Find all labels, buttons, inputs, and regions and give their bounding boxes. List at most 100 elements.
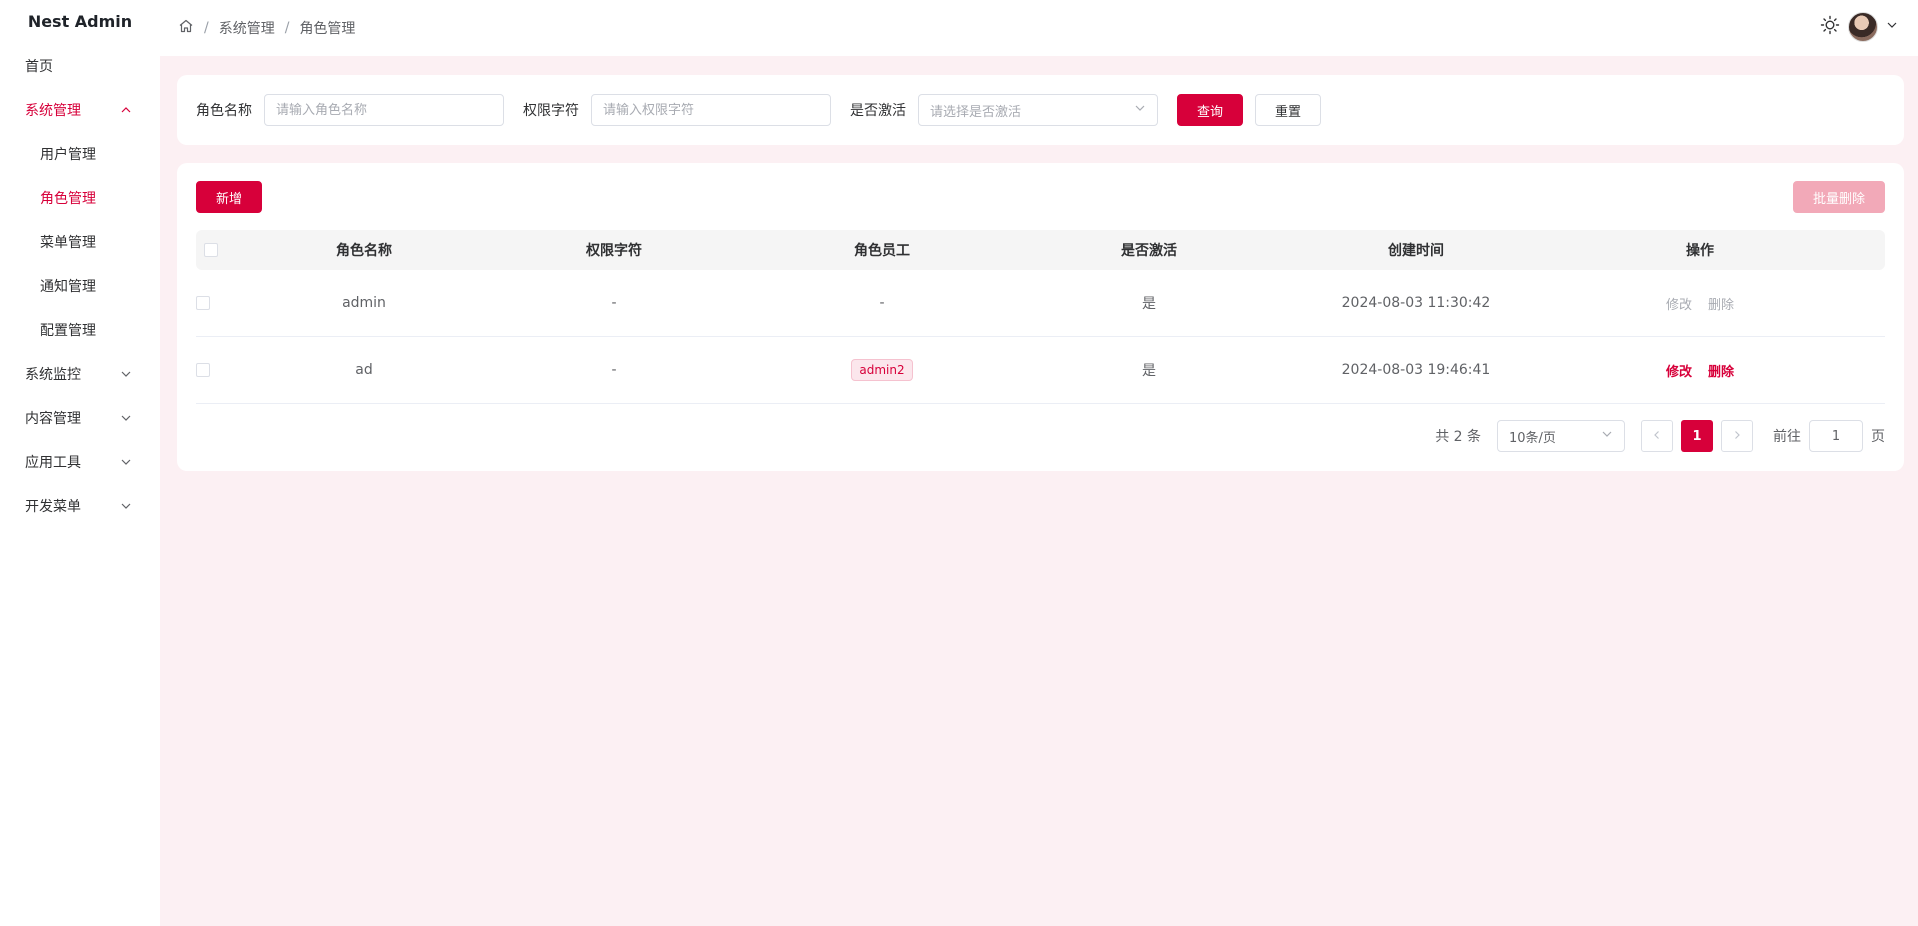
sidebar-item-label: 系统管理	[25, 103, 81, 119]
chevron-up-icon	[120, 104, 132, 116]
sidebar-item-label: 角色管理	[40, 191, 96, 207]
row-checkbox[interactable]	[196, 296, 210, 310]
next-page-button[interactable]	[1721, 420, 1753, 452]
active-select[interactable]: 请选择是否激活	[918, 94, 1158, 126]
staff-tag: admin2	[851, 359, 913, 381]
prev-page-button[interactable]	[1641, 420, 1673, 452]
created-time-cell: 2024-08-03 11:30:42	[1341, 295, 1491, 311]
role-name-input[interactable]	[264, 94, 504, 126]
page-size-value: 10条/页	[1509, 430, 1556, 446]
sidebar-item-dev[interactable]: 开发菜单	[0, 484, 160, 528]
column-header: 创建时间	[1388, 243, 1444, 259]
role-name-cell: ad	[355, 362, 373, 378]
active-label: 是否激活	[850, 103, 906, 119]
sidebar-item-label: 通知管理	[40, 279, 96, 295]
sidebar-item-label: 系统监控	[25, 367, 81, 383]
table-header: 角色名称 权限字符 角色员工 是否激活 创建时间 操作	[196, 230, 1885, 270]
active-select-placeholder: 请选择是否激活	[930, 104, 1022, 120]
sidebar-item-home[interactable]: 首页	[0, 44, 160, 88]
chevron-down-icon	[120, 500, 132, 512]
pagination: 共 2 条 10条/页 1 前往 页	[1435, 420, 1885, 452]
chevron-down-icon	[120, 456, 132, 468]
goto-page-input[interactable]	[1809, 420, 1863, 452]
reset-button[interactable]: 重置	[1255, 94, 1321, 126]
perm-label: 权限字符	[523, 103, 579, 119]
select-all-cell	[196, 243, 248, 257]
sidebar-item-users[interactable]: 用户管理	[0, 132, 160, 176]
sidebar-item-label: 配置管理	[40, 323, 96, 339]
breadcrumb-separator: /	[284, 20, 290, 36]
column-header: 角色员工	[854, 243, 910, 259]
sidebar-item-system[interactable]: 系统管理	[0, 88, 160, 132]
delete-link[interactable]: 删除	[1708, 294, 1734, 313]
chevron-down-icon	[1601, 428, 1613, 444]
sidebar-item-tools[interactable]: 应用工具	[0, 440, 160, 484]
delete-link[interactable]: 删除	[1708, 361, 1734, 380]
sidebar-item-label: 内容管理	[25, 411, 81, 427]
edit-link[interactable]: 修改	[1666, 361, 1692, 380]
sidebar-item-roles[interactable]: 角色管理	[0, 176, 160, 220]
page-size-select[interactable]: 10条/页	[1497, 420, 1625, 452]
active-cell: 是	[1142, 296, 1156, 312]
breadcrumb: / 系统管理 / 角色管理	[178, 18, 355, 38]
breadcrumb-item-current: 角色管理	[299, 21, 356, 37]
sidebar-item-menus[interactable]: 菜单管理	[0, 220, 160, 264]
sidebar-item-config[interactable]: 配置管理	[0, 308, 160, 352]
header-actions	[1820, 12, 1898, 42]
created-time-cell: 2024-08-03 19:46:41	[1341, 362, 1491, 378]
staff-cell: admin2	[748, 359, 1016, 381]
sidebar-item-label: 开发菜单	[25, 499, 81, 515]
batch-delete-button[interactable]: 批量删除	[1793, 181, 1885, 213]
column-header: 是否激活	[1121, 243, 1177, 259]
row-check-cell	[196, 296, 248, 310]
role-table-card: 新增 批量删除 角色名称 权限字符 角色员工 是否激活 创建时间 操作 admi…	[177, 163, 1904, 471]
sidebar-item-content[interactable]: 内容管理	[0, 396, 160, 440]
staff-cell: -	[879, 295, 885, 311]
row-checkbox[interactable]	[196, 363, 210, 377]
breadcrumb-separator: /	[204, 20, 209, 36]
ops-cell: 修改 删除	[1550, 361, 1850, 380]
perm-input[interactable]	[591, 94, 831, 126]
add-button[interactable]: 新增	[196, 181, 262, 213]
chevron-down-icon[interactable]	[1886, 19, 1898, 35]
sidebar-item-label: 首页	[25, 59, 53, 75]
sidebar-item-monitor[interactable]: 系统监控	[0, 352, 160, 396]
perm-cell: -	[611, 295, 617, 311]
table-row: ad - admin2 是 2024-08-03 19:46:41 修改 删除	[196, 337, 1885, 404]
column-header: 角色名称	[336, 243, 392, 259]
perm-cell: -	[611, 362, 617, 378]
select-all-checkbox[interactable]	[204, 243, 218, 257]
role-table: 角色名称 权限字符 角色员工 是否激活 创建时间 操作 admin - - 是 …	[196, 230, 1885, 404]
app-logo-title: Nest Admin	[27, 12, 133, 31]
chevron-left-icon	[1652, 428, 1662, 444]
breadcrumb-item[interactable]: 系统管理	[219, 18, 275, 38]
home-icon[interactable]	[178, 18, 194, 38]
goto-label: 前往	[1773, 429, 1801, 445]
top-header: / 系统管理 / 角色管理	[160, 0, 1918, 56]
sidebar-item-label: 用户管理	[40, 147, 96, 163]
chevron-down-icon	[120, 412, 132, 424]
row-check-cell	[196, 363, 248, 377]
sidebar-item-notices[interactable]: 通知管理	[0, 264, 160, 308]
ops-cell: 修改 删除	[1550, 294, 1850, 313]
role-name-label: 角色名称	[196, 103, 252, 119]
chevron-right-icon	[1732, 428, 1742, 444]
sidebar: Nest Admin 首页 系统管理 用户管理 角色管理 菜单管理 通知管理 配…	[0, 0, 160, 926]
column-header: 操作	[1686, 243, 1714, 259]
chevron-down-icon	[1134, 102, 1146, 118]
avatar[interactable]	[1848, 12, 1878, 42]
role-name-cell: admin	[342, 295, 386, 311]
search-form: 角色名称 权限字符 是否激活 请选择是否激活 查询 重置	[177, 75, 1904, 145]
chevron-down-icon	[120, 368, 132, 380]
column-header: 权限字符	[586, 243, 642, 259]
sun-icon[interactable]	[1820, 15, 1840, 39]
edit-link[interactable]: 修改	[1666, 294, 1692, 313]
page-suffix-label: 页	[1871, 429, 1885, 445]
sidebar-item-label: 应用工具	[25, 455, 81, 471]
active-cell: 是	[1142, 363, 1156, 379]
page-number-current[interactable]: 1	[1681, 420, 1713, 452]
query-button[interactable]: 查询	[1177, 94, 1243, 126]
sidebar-item-label: 菜单管理	[40, 235, 96, 251]
table-row: admin - - 是 2024-08-03 11:30:42 修改 删除	[196, 270, 1885, 337]
pagination-total: 共 2 条	[1435, 429, 1481, 445]
